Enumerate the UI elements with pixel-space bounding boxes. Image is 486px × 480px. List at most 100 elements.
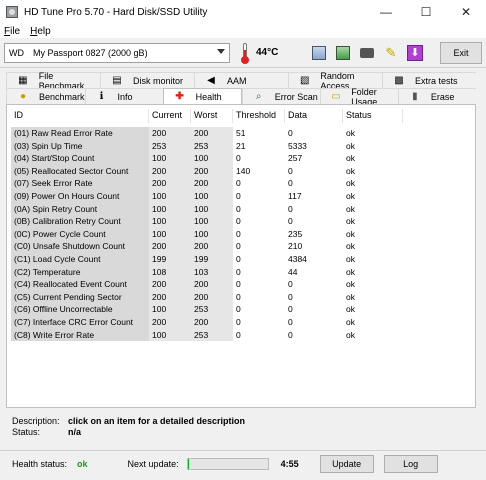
tab-disk-monitor[interactable]: ▤ Disk monitor (100, 72, 194, 88)
table-row[interactable]: (03) Spin Up Time 253 253 21 5333 ok (11, 139, 403, 153)
current-value: 200 (149, 290, 191, 304)
tab-health[interactable]: ✚ Health (162, 88, 242, 104)
current-value: 100 (149, 202, 191, 216)
threshold-value: 0 (236, 228, 241, 239)
tab-file-benchmark[interactable]: ▦ File Benchmark (6, 71, 100, 91)
tab-folder-usage[interactable]: ▭ Folder Usage (319, 87, 398, 107)
column-header-data[interactable]: Data (285, 109, 343, 123)
tab-error-scan[interactable]: ⌕ Error Scan (241, 88, 320, 104)
speaker-icon: ◀ (207, 75, 215, 86)
column-header-worst[interactable]: Worst (191, 109, 233, 123)
window-title: HD Tune Pro 5.70 - Hard Disk/SSD Utility (24, 6, 208, 18)
column-header-status[interactable]: Status (343, 109, 403, 123)
health-plus-icon: ✚ (175, 91, 184, 102)
worst-value: 200 (191, 127, 233, 140)
raw-data: 44 (288, 266, 298, 277)
tab-row-top: ▦ File Benchmark ▤ Disk monitor ◀ AAM ▧ Rand… (6, 71, 476, 91)
threshold-value: 0 (236, 153, 241, 164)
table-row[interactable]: (07) Seek Error Rate 200 200 0 0 ok (11, 177, 403, 190)
raw-data: 0 (288, 165, 293, 176)
status-value: ok (346, 165, 355, 176)
copy-screenshot-icon[interactable] (332, 42, 354, 64)
tab-benchmark[interactable]: ● Benchmark (6, 88, 85, 104)
attribute-id: (C4) Reallocated Event Count (11, 278, 149, 291)
menu-help-rest: elp (37, 25, 51, 37)
tab-info[interactable]: ℹ Info (84, 88, 163, 104)
current-value: 200 (149, 127, 191, 140)
raw-data: 4384 (288, 253, 307, 264)
tab-label: AAM (227, 75, 247, 86)
raw-data: 0 (288, 178, 293, 189)
tab-erase[interactable]: ▮ Erase (397, 88, 476, 104)
raw-data: 0 (288, 304, 293, 315)
worst-value: 200 (191, 177, 233, 190)
attribute-id: (C1) Load Cycle Count (11, 252, 149, 266)
worst-value: 100 (191, 189, 233, 203)
column-header-threshold[interactable]: Threshold (233, 109, 285, 123)
table-row[interactable]: (0C) Power Cycle Count 100 100 0 235 ok (11, 227, 403, 241)
table-row[interactable]: (C1) Load Cycle Count 199 199 0 4384 ok (11, 252, 403, 266)
worst-value: 100 (191, 202, 233, 216)
threshold-value: 0 (236, 203, 241, 214)
threshold-value: 0 (236, 253, 241, 264)
status-value: ok (346, 291, 355, 302)
attribute-id: (C6) Offline Uncorrectable (11, 303, 149, 316)
camera-icon[interactable] (356, 42, 378, 64)
minimize-button[interactable]: — (366, 0, 406, 24)
menu-file[interactable]: File (0, 26, 26, 37)
table-row[interactable]: (05) Reallocated Sector Count 200 200 140 0 o… (11, 164, 403, 178)
update-button[interactable]: Update (319, 454, 374, 473)
exit-button[interactable]: Exit (440, 41, 482, 64)
current-value: 100 (149, 227, 191, 241)
current-value: 200 (149, 278, 191, 291)
menu-bar: File Help (0, 24, 486, 38)
close-button[interactable]: ✕ (446, 0, 486, 24)
table-row[interactable]: (04) Start/Stop Count 100 100 0 257 ok (11, 152, 403, 165)
attribute-id: (05) Reallocated Sector Count (11, 164, 149, 178)
table-row[interactable]: (C5) Current Pending Sector 200 200 0 0 ok (11, 290, 403, 304)
raw-data: 0 (288, 316, 293, 327)
threshold-value: 0 (236, 178, 241, 189)
table-row[interactable]: (09) Power On Hours Count 100 100 0 117 ok (11, 189, 403, 203)
table-row[interactable]: (C4) Reallocated Event Count 200 200 0 0 ok (11, 278, 403, 291)
status-value: ok (346, 203, 355, 214)
next-update-progress (186, 457, 269, 470)
column-header-id[interactable]: ID (11, 109, 149, 123)
column-header-current[interactable]: Current (149, 109, 191, 123)
table-row[interactable]: (C7) Interface CRC Error Count 200 200 0 0 ok (11, 315, 403, 329)
toolbar-icons: ✎ ⬇ (308, 42, 428, 64)
attribute-id: (C0) Unsafe Shutdown Count (11, 240, 149, 253)
copy-text-icon[interactable] (308, 42, 330, 64)
table-row[interactable]: (0B) Calibration Retry Count 100 100 0 0 ok (11, 215, 403, 228)
attribute-id: (03) Spin Up Time (11, 139, 149, 153)
trash-icon: ▮ (412, 91, 418, 102)
status-value: ok (346, 279, 355, 290)
drive-name: My Passport 0827 (2000 gB) (33, 47, 148, 58)
table-row[interactable]: (C2) Temperature 108 103 0 44 ok (11, 265, 403, 279)
save-download-icon[interactable]: ⬇ (404, 42, 426, 64)
raw-data: 235 (288, 228, 303, 239)
threshold-value: 21 (236, 140, 246, 151)
tab-aam[interactable]: ◀ AAM (194, 72, 288, 88)
drive-select[interactable]: WD My Passport 0827 (2000 gB) (4, 42, 230, 63)
threshold-value: 0 (236, 266, 241, 277)
table-row[interactable]: (C8) Write Error Rate 100 253 0 0 ok (11, 328, 403, 342)
log-button[interactable]: Log (383, 454, 438, 473)
health-status-label: Health status: (12, 458, 68, 469)
table-row[interactable]: (C6) Offline Uncorrectable 100 253 0 0 ok (11, 303, 403, 316)
table-row[interactable]: (C0) Unsafe Shutdown Count 200 200 0 210 ok (11, 240, 403, 253)
attribute-id: (C7) Interface CRC Error Count (11, 315, 149, 329)
options-wrench-icon[interactable]: ✎ (380, 42, 402, 64)
attribute-id: (0B) Calibration Retry Count (11, 215, 149, 228)
menu-help[interactable]: Help (26, 26, 57, 37)
drive-letter: WD (9, 47, 24, 58)
table-row[interactable]: (01) Raw Read Error Rate 200 200 51 0 ok (11, 127, 403, 140)
table-row[interactable]: (0A) Spin Retry Count 100 100 0 0 ok (11, 202, 403, 216)
status-value: ok (346, 316, 355, 327)
hdtune-app-icon (6, 6, 18, 18)
threshold-value: 0 (236, 329, 241, 340)
benchmark-icon: ● (19, 91, 27, 102)
maximize-button[interactable]: ☐ (406, 0, 446, 24)
current-value: 253 (149, 139, 191, 153)
attribute-id: (04) Start/Stop Count (11, 152, 149, 165)
